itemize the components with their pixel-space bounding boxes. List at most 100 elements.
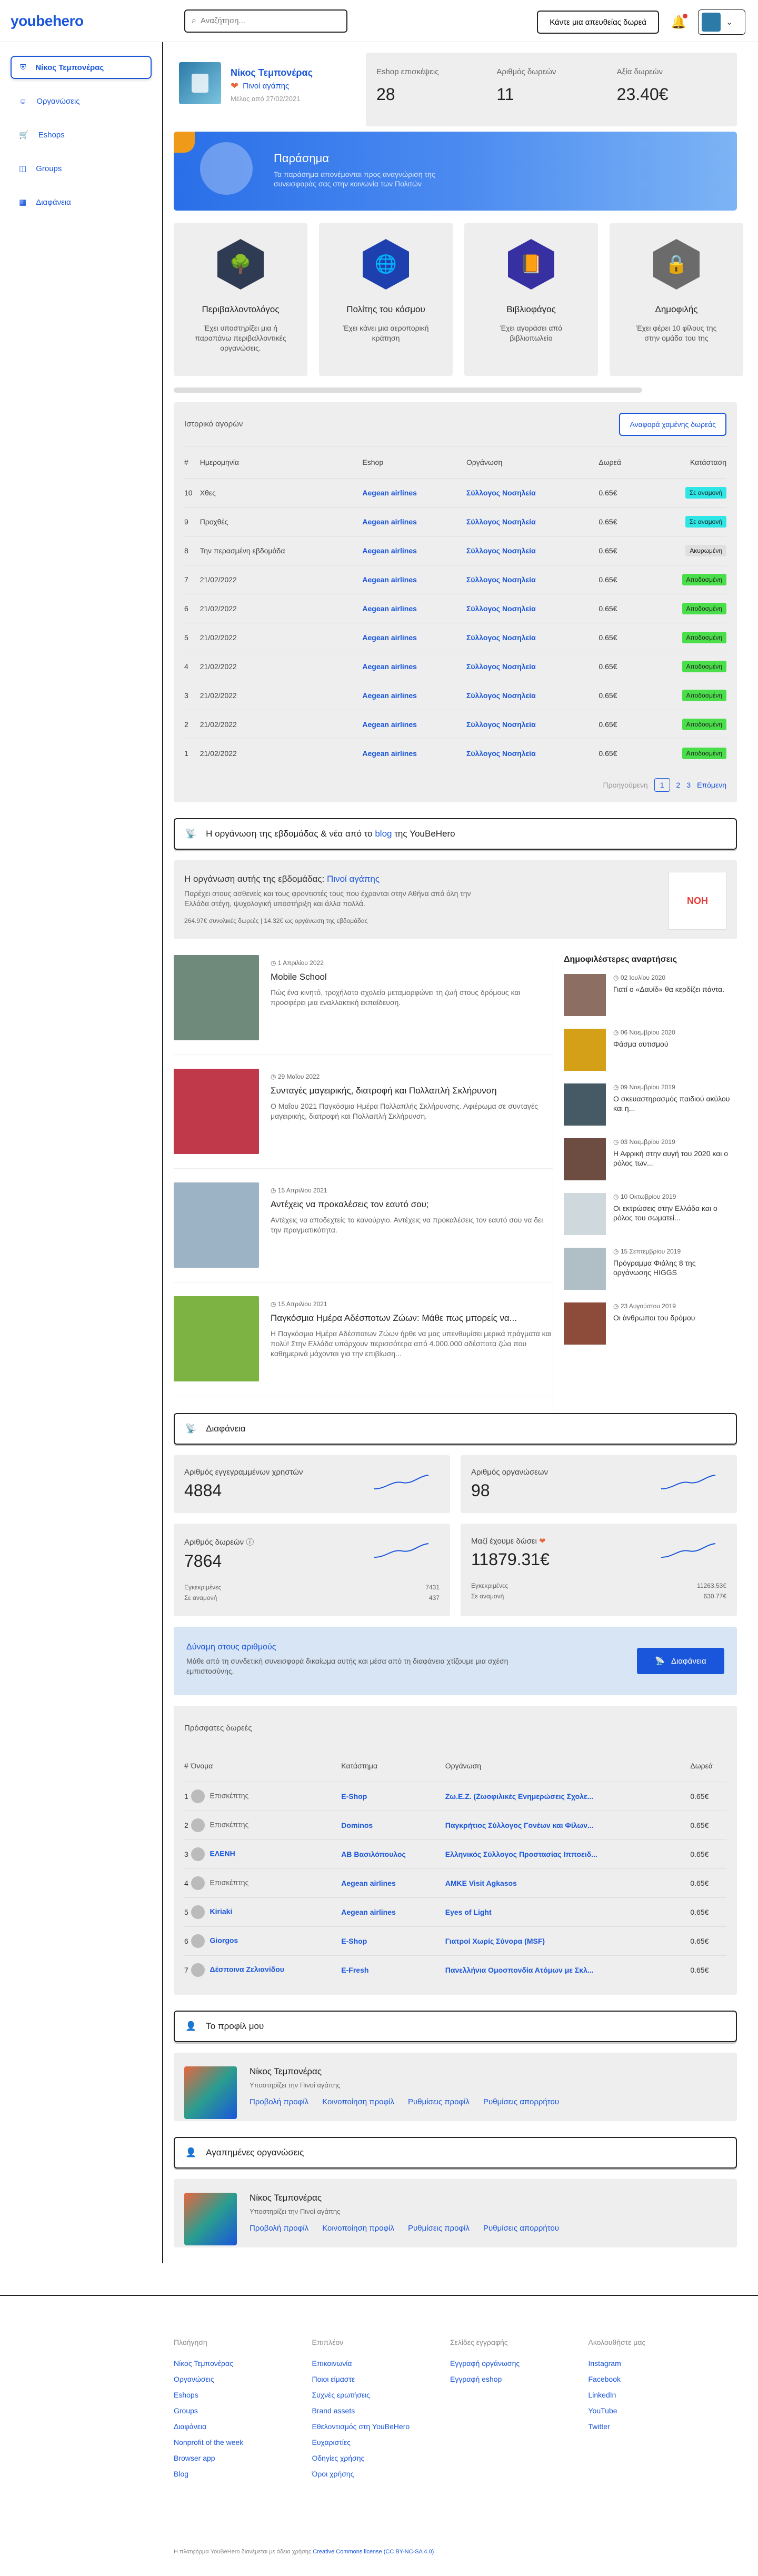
footer-link[interactable]: Οδηγίες χρήσης — [312, 2454, 451, 2462]
profile-cause[interactable]: ❤ Πινοί αγάπης — [231, 81, 313, 92]
popular-post[interactable]: ◷ 09 Νοεμβρίου 2019 Ο σκευαστηρασμός παιδ… — [564, 1083, 732, 1126]
footer-link[interactable]: Eshops — [174, 2391, 312, 2399]
shop-link[interactable]: E-Fresh — [341, 1966, 368, 1974]
popular-post[interactable]: ◷ 10 Οκτωβρίου 2019 Οι εκτρώσεις στην Ελλ… — [564, 1193, 732, 1235]
badge-card[interactable]: 🔒 Δημοφιλής Έχει φέρει 10 φίλους της στην … — [610, 223, 743, 376]
blog-post[interactable]: ◷ 29 Μαΐου 2022 Συνταγές μαγειρικής, διατ… — [174, 1069, 553, 1169]
search-box[interactable]: ⌕ — [184, 9, 347, 33]
popular-post[interactable]: ◷ 06 Νοεμβρίου 2020 Φάσμα αυτισμού — [564, 1029, 732, 1071]
donor-link[interactable]: Giorgos — [210, 1936, 238, 1944]
footer-link[interactable]: Brand assets — [312, 2406, 451, 2415]
shop-link[interactable]: Aegean airlines — [362, 749, 417, 758]
footer-link[interactable]: Εγγραφή οργάνωσης — [450, 2359, 589, 2368]
footer-link[interactable]: Instagram — [589, 2359, 727, 2368]
search-input[interactable] — [200, 16, 327, 25]
profile-link[interactable]: Κοινοποίηση προφίλ — [322, 2097, 394, 2106]
org-link[interactable]: ΑΜΚΕ Visit Agkasos — [445, 1879, 517, 1887]
org-link[interactable]: Σύλλογος Νοσηλεία — [466, 604, 536, 613]
info-icon[interactable]: ⓘ — [244, 1538, 254, 1547]
popular-post[interactable]: ◷ 15 Σεπτεμβρίου 2019 Πρόγραμμα Φιάλης 8 … — [564, 1248, 732, 1290]
badge-card[interactable]: 🌐 Πολίτης του κόσμου Έχει κάνει μια αεροπο… — [319, 223, 453, 376]
blog-post[interactable]: ◷ 1 Απριλίου 2022 Mobile School Πώς ένα κι… — [174, 955, 553, 1055]
profile-link[interactable]: Προβολή προφίλ — [250, 2224, 308, 2233]
pager-page[interactable]: 3 — [686, 781, 691, 789]
org-link[interactable]: Eyes of Light — [445, 1908, 492, 1916]
popular-image[interactable] — [564, 1029, 606, 1071]
shop-link[interactable]: Aegean airlines — [362, 662, 417, 671]
sidebar-item-4[interactable]: ▦ Διαφάνεια — [11, 191, 152, 214]
badges-carousel[interactable]: 🌳 Περιβαλλοντολόγος Έχει υποστηρίξει μια ή… — [174, 223, 747, 387]
shop-link[interactable]: Aegean airlines — [362, 633, 417, 642]
pager-prev[interactable]: Προηγούμενη — [603, 781, 648, 789]
org-link[interactable]: Σύλλογος Νοσηλεία — [466, 720, 536, 729]
post-image[interactable] — [174, 1069, 259, 1154]
shop-link[interactable]: E-Shop — [341, 1937, 367, 1945]
post-title[interactable]: Mobile School — [271, 972, 553, 982]
org-week-link[interactable]: Πινοί αγάπης — [327, 874, 380, 884]
sidebar-item-0[interactable]: ⛨ Νίκος Τεμπονέρας — [11, 56, 152, 79]
popular-post[interactable]: ◷ 02 Ιουλίου 2020 Γιατί ο «Δαυίδ» θα κερδ… — [564, 974, 732, 1016]
post-title[interactable]: Αντέχεις να προκαλέσεις τον εαυτό σου; — [271, 1199, 553, 1210]
user-menu-button[interactable]: ⌄ — [698, 9, 745, 35]
popular-image[interactable] — [564, 1138, 606, 1180]
notifications-bell[interactable]: 🔔 — [671, 13, 687, 30]
footer-link[interactable]: Όροι χρήσης — [312, 2470, 451, 2478]
shop-link[interactable]: Aegean airlines — [362, 489, 417, 497]
footer-link[interactable]: Nonprofit of the week — [174, 2438, 312, 2446]
shop-link[interactable]: ΑΒ Βασιλόπουλος — [341, 1850, 406, 1858]
popular-post[interactable]: ◷ 23 Αυγούστου 2019 Οι άνθρωποι του δρόμο… — [564, 1302, 732, 1345]
donor-link[interactable]: Δέσποινα Ζελιανίδου — [210, 1965, 284, 1973]
footer-link[interactable]: Browser app — [174, 2454, 312, 2462]
org-link[interactable]: Σύλλογος Νοσηλεία — [466, 489, 536, 497]
popular-image[interactable] — [564, 1083, 606, 1126]
footer-link[interactable]: Facebook — [589, 2375, 727, 2383]
pager-page[interactable]: 1 — [654, 778, 670, 792]
footer-link[interactable]: Επικοινωνία — [312, 2359, 451, 2368]
sidebar-item-2[interactable]: 🛒 Eshops — [11, 123, 152, 146]
shop-link[interactable]: Aegean airlines — [362, 518, 417, 526]
org-link[interactable]: Γιατροί Χωρίς Σύνορα (MSF) — [445, 1937, 545, 1945]
org-logo[interactable]: ΝΟΗ — [669, 872, 726, 930]
footer-link[interactable]: Οργανώσεις — [174, 2375, 312, 2383]
footer-link[interactable]: LinkedIn — [589, 2391, 727, 2399]
popular-image[interactable] — [564, 1193, 606, 1235]
badge-card[interactable]: 🌳 Περιβαλλοντολόγος Έχει υποστηρίξει μια ή… — [174, 223, 307, 376]
org-link[interactable]: Σύλλογος Νοσηλεία — [466, 518, 536, 526]
org-link[interactable]: Σύλλογος Νοσηλεία — [466, 633, 536, 642]
donor-link[interactable]: ΕΛΕΝΗ — [210, 1849, 235, 1857]
shop-link[interactable]: Aegean airlines — [362, 691, 417, 700]
org-link[interactable]: Σύλλογος Νοσηλεία — [466, 575, 536, 584]
org-link[interactable]: Πανελλήνια Ομοσπονδία Ατόμων με Σκλ... — [445, 1966, 594, 1974]
footer-link[interactable]: Εγγραφή eshop — [450, 2375, 589, 2383]
report-lost-donation-button[interactable]: Αναφορά χαμένης δωρεάς — [619, 412, 726, 436]
shop-link[interactable]: Aegean airlines — [362, 575, 417, 584]
footer-link[interactable]: YouTube — [589, 2406, 727, 2415]
profile-link[interactable]: Ρυθμίσεις προφίλ — [408, 2097, 470, 2106]
shop-link[interactable]: Dominos — [341, 1821, 373, 1829]
footer-link[interactable]: Blog — [174, 2470, 312, 2478]
post-title[interactable]: Παγκόσμια Ημέρα Αδέσποτων Ζώων: Μάθε πως… — [271, 1313, 553, 1324]
popular-image[interactable] — [564, 1248, 606, 1290]
blog-link[interactable]: blog — [375, 829, 392, 839]
logo[interactable]: youbehero — [11, 13, 174, 29]
shop-link[interactable]: Aegean airlines — [341, 1879, 396, 1887]
footer-link[interactable]: Twitter — [589, 2422, 727, 2431]
carousel-scrollbar[interactable] — [174, 387, 642, 393]
footer-link[interactable]: Ποιοι είμαστε — [312, 2375, 451, 2383]
transparency-button[interactable]: 📡 Διαφάνεια — [637, 1648, 724, 1674]
footer-link[interactable]: Ευχαριστίες — [312, 2438, 451, 2446]
post-image[interactable] — [174, 1296, 259, 1381]
shop-link[interactable]: Aegean airlines — [341, 1908, 396, 1916]
profile-link[interactable]: Κοινοποίηση προφίλ — [322, 2224, 394, 2233]
popular-image[interactable] — [564, 1302, 606, 1345]
badge-card[interactable]: 📙 Βιβλιοφάγος Έχει αγοράσει από βιβλιοπωλε… — [464, 223, 598, 376]
org-link[interactable]: Σύλλογος Νοσηλεία — [466, 546, 536, 555]
org-link[interactable]: Σύλλογος Νοσηλεία — [466, 749, 536, 758]
shop-link[interactable]: Aegean airlines — [362, 604, 417, 613]
footer-link[interactable]: Groups — [174, 2406, 312, 2415]
blog-post[interactable]: ◷ 15 Απριλίου 2021 Αντέχεις να προκαλέσει… — [174, 1182, 553, 1282]
org-link[interactable]: Ζω.Ε.Ζ. (Ζωοφιλικές Ενημερώσεις Σχολε... — [445, 1792, 594, 1801]
shop-link[interactable]: Aegean airlines — [362, 720, 417, 729]
popular-image[interactable] — [564, 974, 606, 1016]
blog-post[interactable]: ◷ 15 Απριλίου 2021 Παγκόσμια Ημέρα Αδέσπο… — [174, 1296, 553, 1396]
